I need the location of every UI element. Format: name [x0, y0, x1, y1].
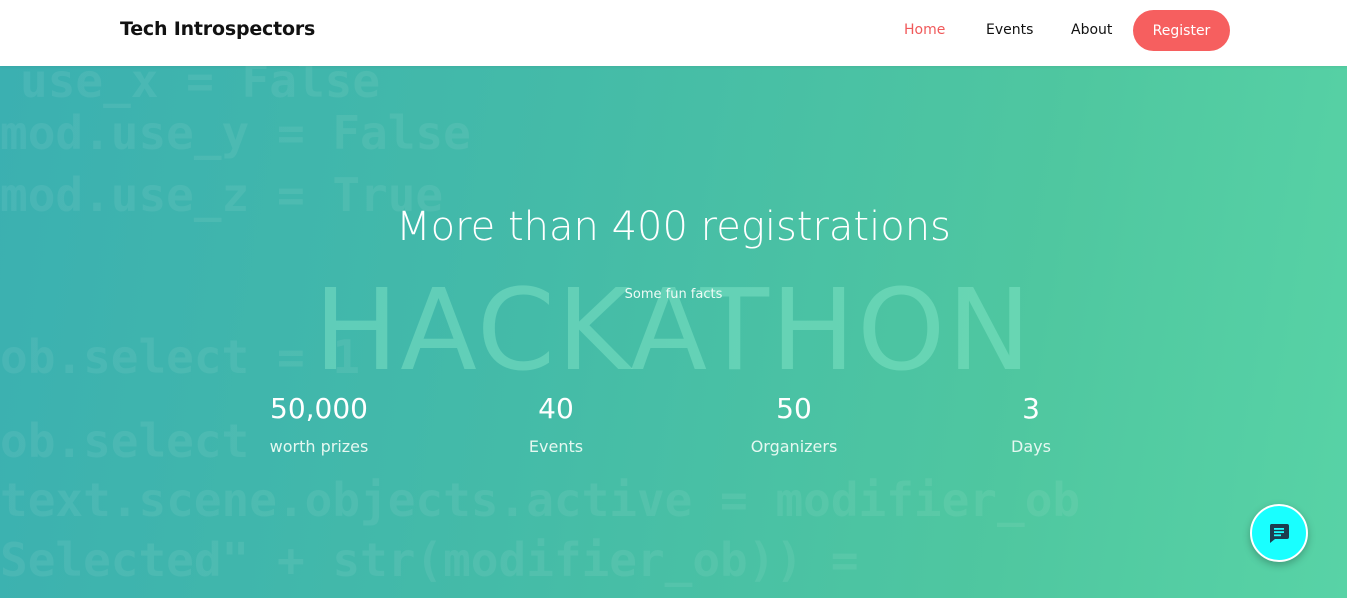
stat-label: Events [528, 437, 584, 456]
background-code-line: mod.use_y = False [0, 106, 471, 160]
nav-link-about[interactable]: About [1071, 22, 1112, 38]
stat-days: 3 Days [931, 392, 1131, 456]
nav-link-events[interactable]: Events [986, 22, 1033, 38]
hero-title: More than 400 registrations [396, 204, 951, 250]
background-code-line: ob.select [0, 414, 250, 468]
hero-subtitle: Some fun facts [624, 287, 723, 302]
brand-logo-text[interactable]: Tech Introspectors [120, 18, 315, 40]
navbar: Tech Introspectors Home Events About Reg… [0, 0, 1347, 66]
background-code-line: text.scene.objects.active = modifier_ob [0, 473, 1081, 527]
background-code-line: ob.select = 1 [0, 330, 361, 384]
nav-link-home[interactable]: Home [904, 22, 945, 38]
chat-icon [1269, 524, 1289, 543]
stat-events: 40 Events [456, 392, 656, 456]
background-code-line: Selected" + str(modifier_ob)) = [0, 533, 859, 587]
chat-button[interactable] [1250, 504, 1308, 562]
hero-section: use_x = False mod.use_y = False mod.use_… [0, 66, 1347, 598]
register-button[interactable]: Register [1133, 10, 1230, 51]
stat-label: Organizers [750, 437, 838, 456]
stat-value: 50 [776, 392, 812, 425]
page: Tech Introspectors Home Events About Reg… [0, 0, 1347, 598]
hackathon-watermark: HACKATHON [313, 266, 1034, 396]
stat-value: 50,000 [270, 392, 368, 425]
stat-value: 40 [538, 392, 574, 425]
stat-label: worth prizes [269, 437, 369, 456]
background-code-decoration: use_x = False mod.use_y = False mod.use_… [0, 66, 1347, 598]
stat-label: Days [1011, 437, 1051, 456]
stat-organizers: 50 Organizers [694, 392, 894, 456]
stat-value: 3 [1022, 392, 1040, 425]
background-code-line: use_x = False [20, 66, 381, 108]
stat-prizes: 50,000 worth prizes [219, 392, 419, 456]
